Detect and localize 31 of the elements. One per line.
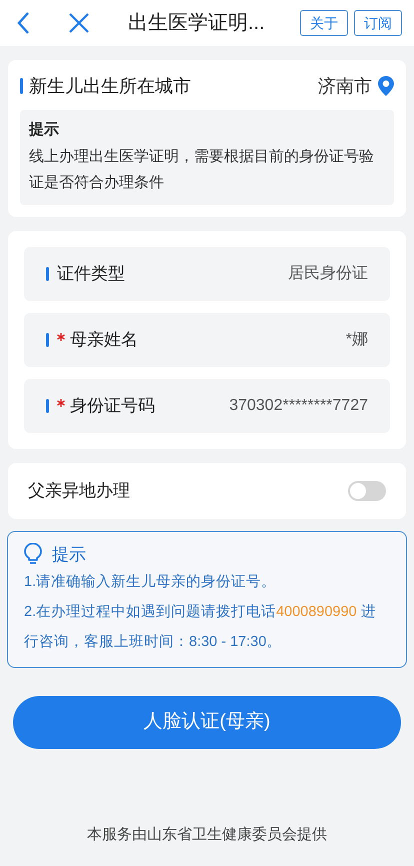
field-label: 身份证号码 <box>70 394 156 417</box>
notice-title: 提示 <box>29 120 60 140</box>
field-value: 居民身份证 <box>288 264 368 284</box>
field-value: 370302********7727 <box>229 396 368 416</box>
lightbulb-icon <box>24 543 42 566</box>
field-label: 证件类型 <box>57 262 126 285</box>
form-field[interactable]: 母亲姓名 *娜 <box>24 312 390 366</box>
tips-title: 提示 <box>52 544 86 566</box>
city-value[interactable]: 济南市 <box>318 72 372 100</box>
back-icon[interactable] <box>16 11 30 35</box>
accent-bar <box>46 266 49 280</box>
notice-text: 线上办理出生医学证明，需要根据目前的身份证号验证是否符合办理条件 <box>29 146 375 192</box>
toggle-label: 父亲异地办理 <box>28 480 131 502</box>
accent-bar <box>46 332 49 346</box>
accent-bar <box>46 398 49 412</box>
form-field[interactable]: 身份证号码 370302********7727 <box>24 378 390 432</box>
footer-text: 本服务由山东省卫生健康委员会提供 <box>86 824 328 844</box>
tip-text: 2.在办理过程中如遇到问题请拨打电话4000890990 进行咨询，客服上班时间：8:30 - 17:30。 <box>24 603 377 652</box>
page-title: 出生医学证明... <box>128 11 266 36</box>
field-label: 新生儿出生所在城市 <box>29 74 192 98</box>
about-button[interactable]: 关于 <box>300 10 348 36</box>
location-pin-icon[interactable] <box>378 76 394 96</box>
form-field[interactable]: 证件类型 居民身份证 <box>24 246 390 300</box>
close-icon[interactable] <box>68 12 90 34</box>
face-verification-button[interactable]: 人脸认证(母亲) <box>13 696 401 749</box>
toggle-switch[interactable] <box>348 480 386 500</box>
subscribe-button[interactable]: 订阅 <box>354 10 402 36</box>
field-label: 母亲姓名 <box>70 328 139 351</box>
tip-text: 1.请准确输入新生儿母亲的身份证号。 <box>24 572 278 592</box>
accent-bar <box>20 78 23 94</box>
field-value: *娜 <box>346 330 368 350</box>
